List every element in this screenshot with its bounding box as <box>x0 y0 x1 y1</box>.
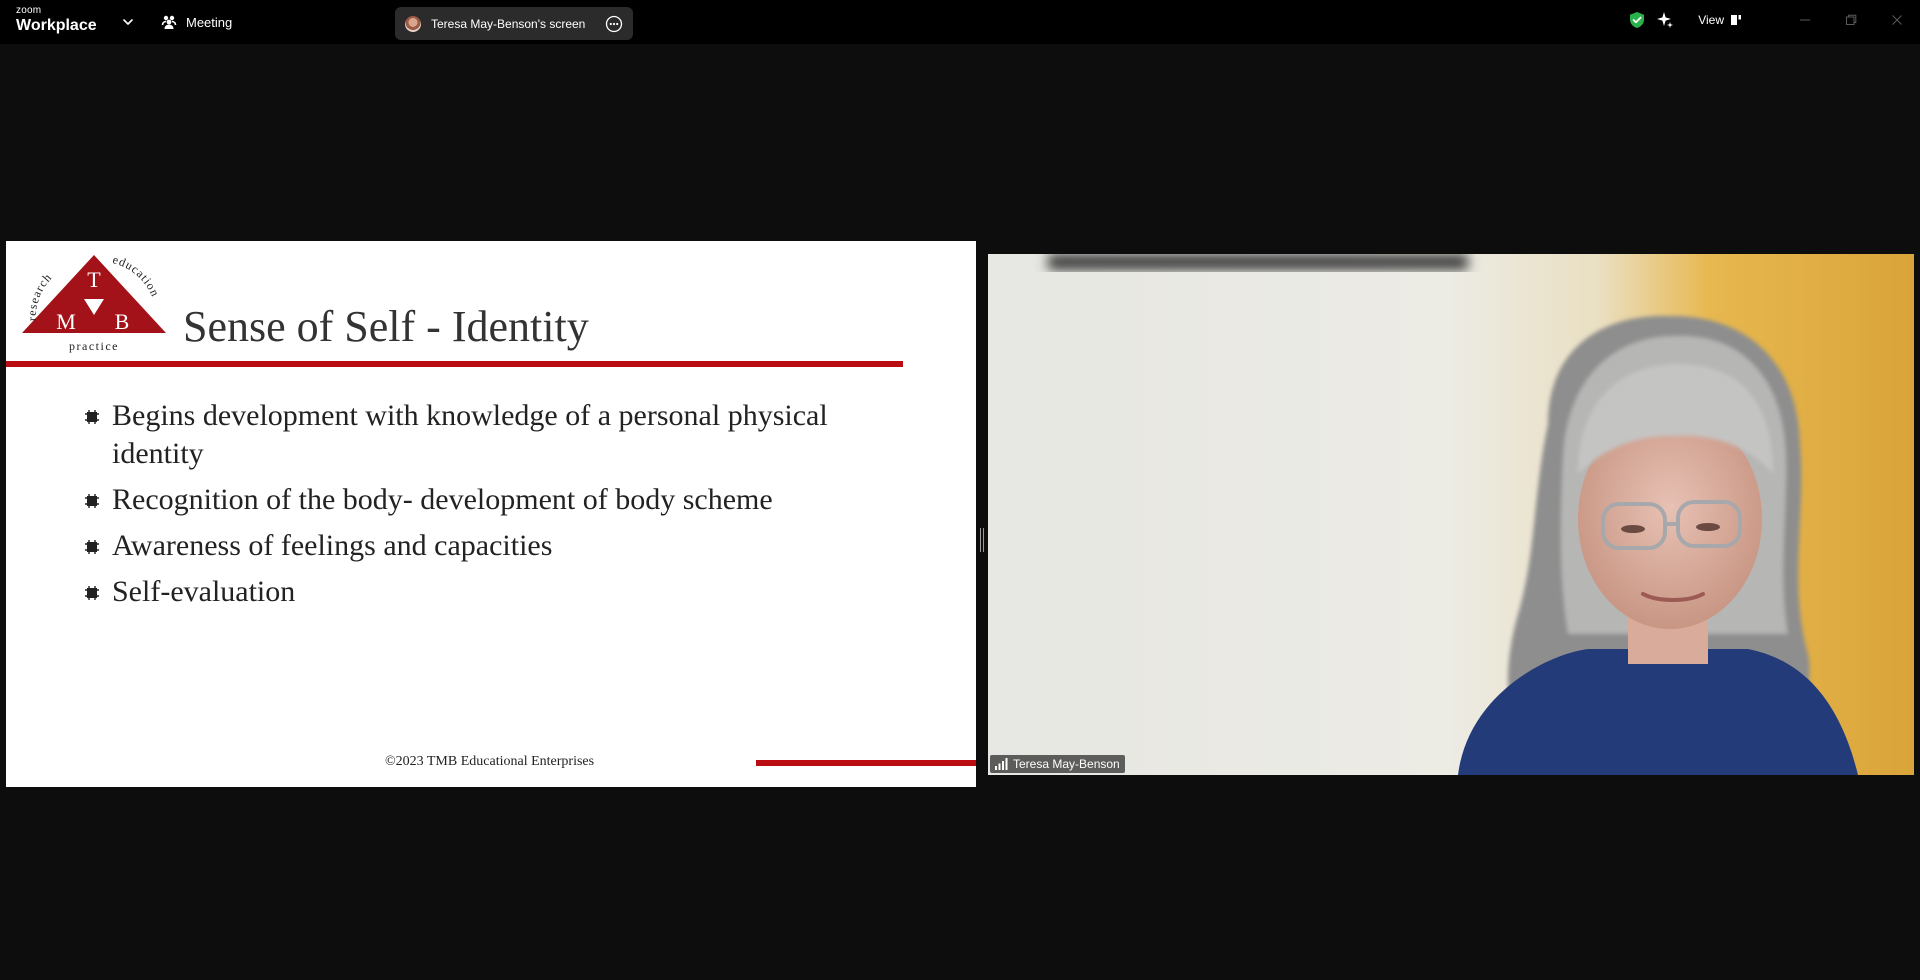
app-logo-zoom: zoom <box>16 5 42 16</box>
screen-share-indicator[interactable]: Teresa May-Benson's screen <box>395 7 633 40</box>
more-icon[interactable] <box>605 15 623 33</box>
slide-bullet-list: Begins development with knowledge of a p… <box>84 397 904 619</box>
bullet-square-icon <box>85 494 99 508</box>
restore-button[interactable] <box>1828 0 1874 40</box>
title-bar: zoom Workplace Meeting Teresa May-Benson… <box>0 0 1920 44</box>
shield-check-icon[interactable] <box>1628 11 1646 29</box>
view-layout-icon <box>1731 15 1741 25</box>
list-item: Begins development with knowledge of a p… <box>84 397 904 473</box>
meeting-button[interactable]: Meeting <box>160 10 232 34</box>
restore-icon <box>1846 14 1857 25</box>
avatar <box>405 15 421 32</box>
meeting-button-label: Meeting <box>186 14 233 30</box>
view-button[interactable]: View <box>1698 13 1742 27</box>
people-icon <box>161 15 177 29</box>
bullet-square-icon <box>85 540 99 554</box>
bullet-square-icon <box>85 586 99 600</box>
logo-letter-t: T <box>87 267 101 292</box>
logo-letter-m: M <box>56 309 76 334</box>
shared-screen-slide: T M B research education practice Sense … <box>6 241 976 787</box>
participant-video[interactable]: Teresa May-Benson <box>988 254 1914 775</box>
minimize-button[interactable] <box>1782 0 1828 40</box>
screen-share-label: Teresa May-Benson's screen <box>431 16 586 31</box>
close-icon <box>1892 15 1902 25</box>
participant-name-tag: Teresa May-Benson <box>990 755 1125 773</box>
title-bar-tools: View <box>1628 0 1920 40</box>
bullet-text: Self-evaluation <box>112 575 296 608</box>
slide-footer-divider <box>756 760 976 766</box>
tmb-logo: T M B research education practice <box>22 252 166 353</box>
participant-video-frame <box>1048 254 1858 775</box>
list-item: Self-evaluation <box>84 573 904 611</box>
resize-handle[interactable] <box>980 528 984 552</box>
logo-practice: practice <box>69 339 119 353</box>
app-logo: zoom Workplace <box>16 6 97 34</box>
bullet-text: Awareness of feelings and capacities <box>112 529 553 562</box>
slide-divider <box>6 361 903 367</box>
list-item: Awareness of feelings and capacities <box>84 527 904 565</box>
participant-name: Teresa May-Benson <box>1013 757 1120 771</box>
bullet-square-icon <box>85 410 99 424</box>
bullet-text: Recognition of the body- development of … <box>112 483 773 516</box>
app-logo-workplace: Workplace <box>16 17 97 34</box>
minimize-icon <box>1800 19 1810 21</box>
signal-icon <box>995 758 1008 770</box>
slide-footer: ©2023 TMB Educational Enterprises <box>385 754 595 769</box>
view-button-label: View <box>1698 13 1724 27</box>
list-item: Recognition of the body- development of … <box>84 481 904 519</box>
chevron-down-icon[interactable] <box>120 14 136 30</box>
slide-title: Sense of Self - Identity <box>183 302 589 351</box>
sparkle-icon[interactable] <box>1656 11 1674 29</box>
bullet-text: Begins development with knowledge of a p… <box>112 399 828 470</box>
logo-letter-b: B <box>115 309 130 334</box>
close-button[interactable] <box>1874 0 1920 40</box>
